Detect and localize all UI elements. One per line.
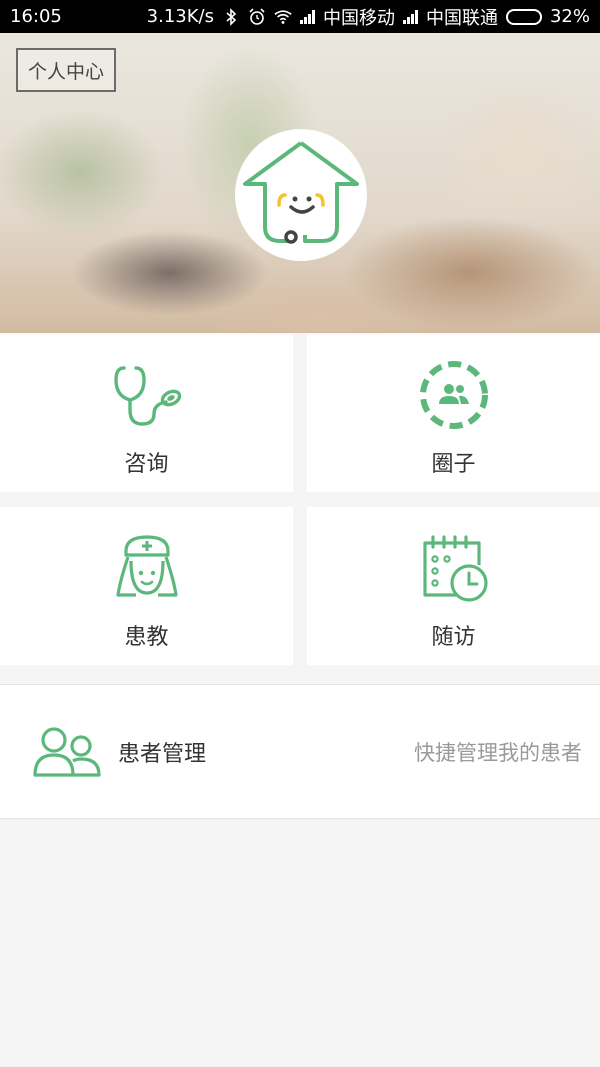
personal-center-button[interactable]: 个人中心 bbox=[16, 48, 117, 92]
carrier-1: 中国移动 bbox=[322, 7, 395, 29]
personal-center-label: 个人中心 bbox=[28, 60, 105, 83]
carrier-2: 中国联通 bbox=[425, 7, 498, 29]
status-bar: 16:05 3.13K/s 中国移动 中国联通 32% bbox=[0, 0, 600, 33]
consult-tile[interactable]: 咨询 bbox=[0, 334, 293, 492]
patient-management-desc: 快捷管理我的患者 bbox=[414, 740, 582, 765]
header-banner: 个人中心 bbox=[0, 33, 600, 333]
status-time: 16:05 bbox=[10, 6, 62, 27]
house-stethoscope-logo-icon bbox=[243, 141, 359, 244]
alarm-icon bbox=[249, 7, 265, 25]
patient-education-label: 患教 bbox=[124, 625, 169, 650]
nurse-icon bbox=[115, 535, 178, 597]
network-speed: 3.13K/s bbox=[146, 6, 214, 27]
consult-label: 咨询 bbox=[124, 452, 169, 477]
circle-group-icon bbox=[419, 361, 488, 429]
patient-management-title: 患者管理 bbox=[118, 741, 207, 767]
wifi-icon bbox=[274, 9, 292, 24]
battery-icon bbox=[505, 8, 542, 25]
patient-education-tile[interactable]: 患教 bbox=[0, 507, 293, 665]
users-icon bbox=[33, 726, 101, 777]
circle-label: 圈子 bbox=[431, 452, 476, 477]
battery-percent: 32% bbox=[549, 6, 590, 27]
follow-up-tile[interactable]: 随访 bbox=[307, 507, 600, 665]
patient-management-row[interactable]: 患者管理 快捷管理我的患者 bbox=[0, 684, 600, 819]
signal-icon-1 bbox=[299, 9, 315, 24]
status-indicators: 3.13K/s 中国移动 中国联通 32% bbox=[147, 4, 590, 30]
stethoscope-icon bbox=[113, 366, 181, 426]
follow-up-label: 随访 bbox=[431, 625, 476, 650]
calendar-clock-icon bbox=[422, 535, 488, 602]
app-logo bbox=[235, 129, 367, 261]
signal-icon-2 bbox=[402, 9, 418, 24]
circle-tile[interactable]: 圈子 bbox=[307, 334, 600, 492]
bluetooth-icon bbox=[226, 7, 237, 26]
